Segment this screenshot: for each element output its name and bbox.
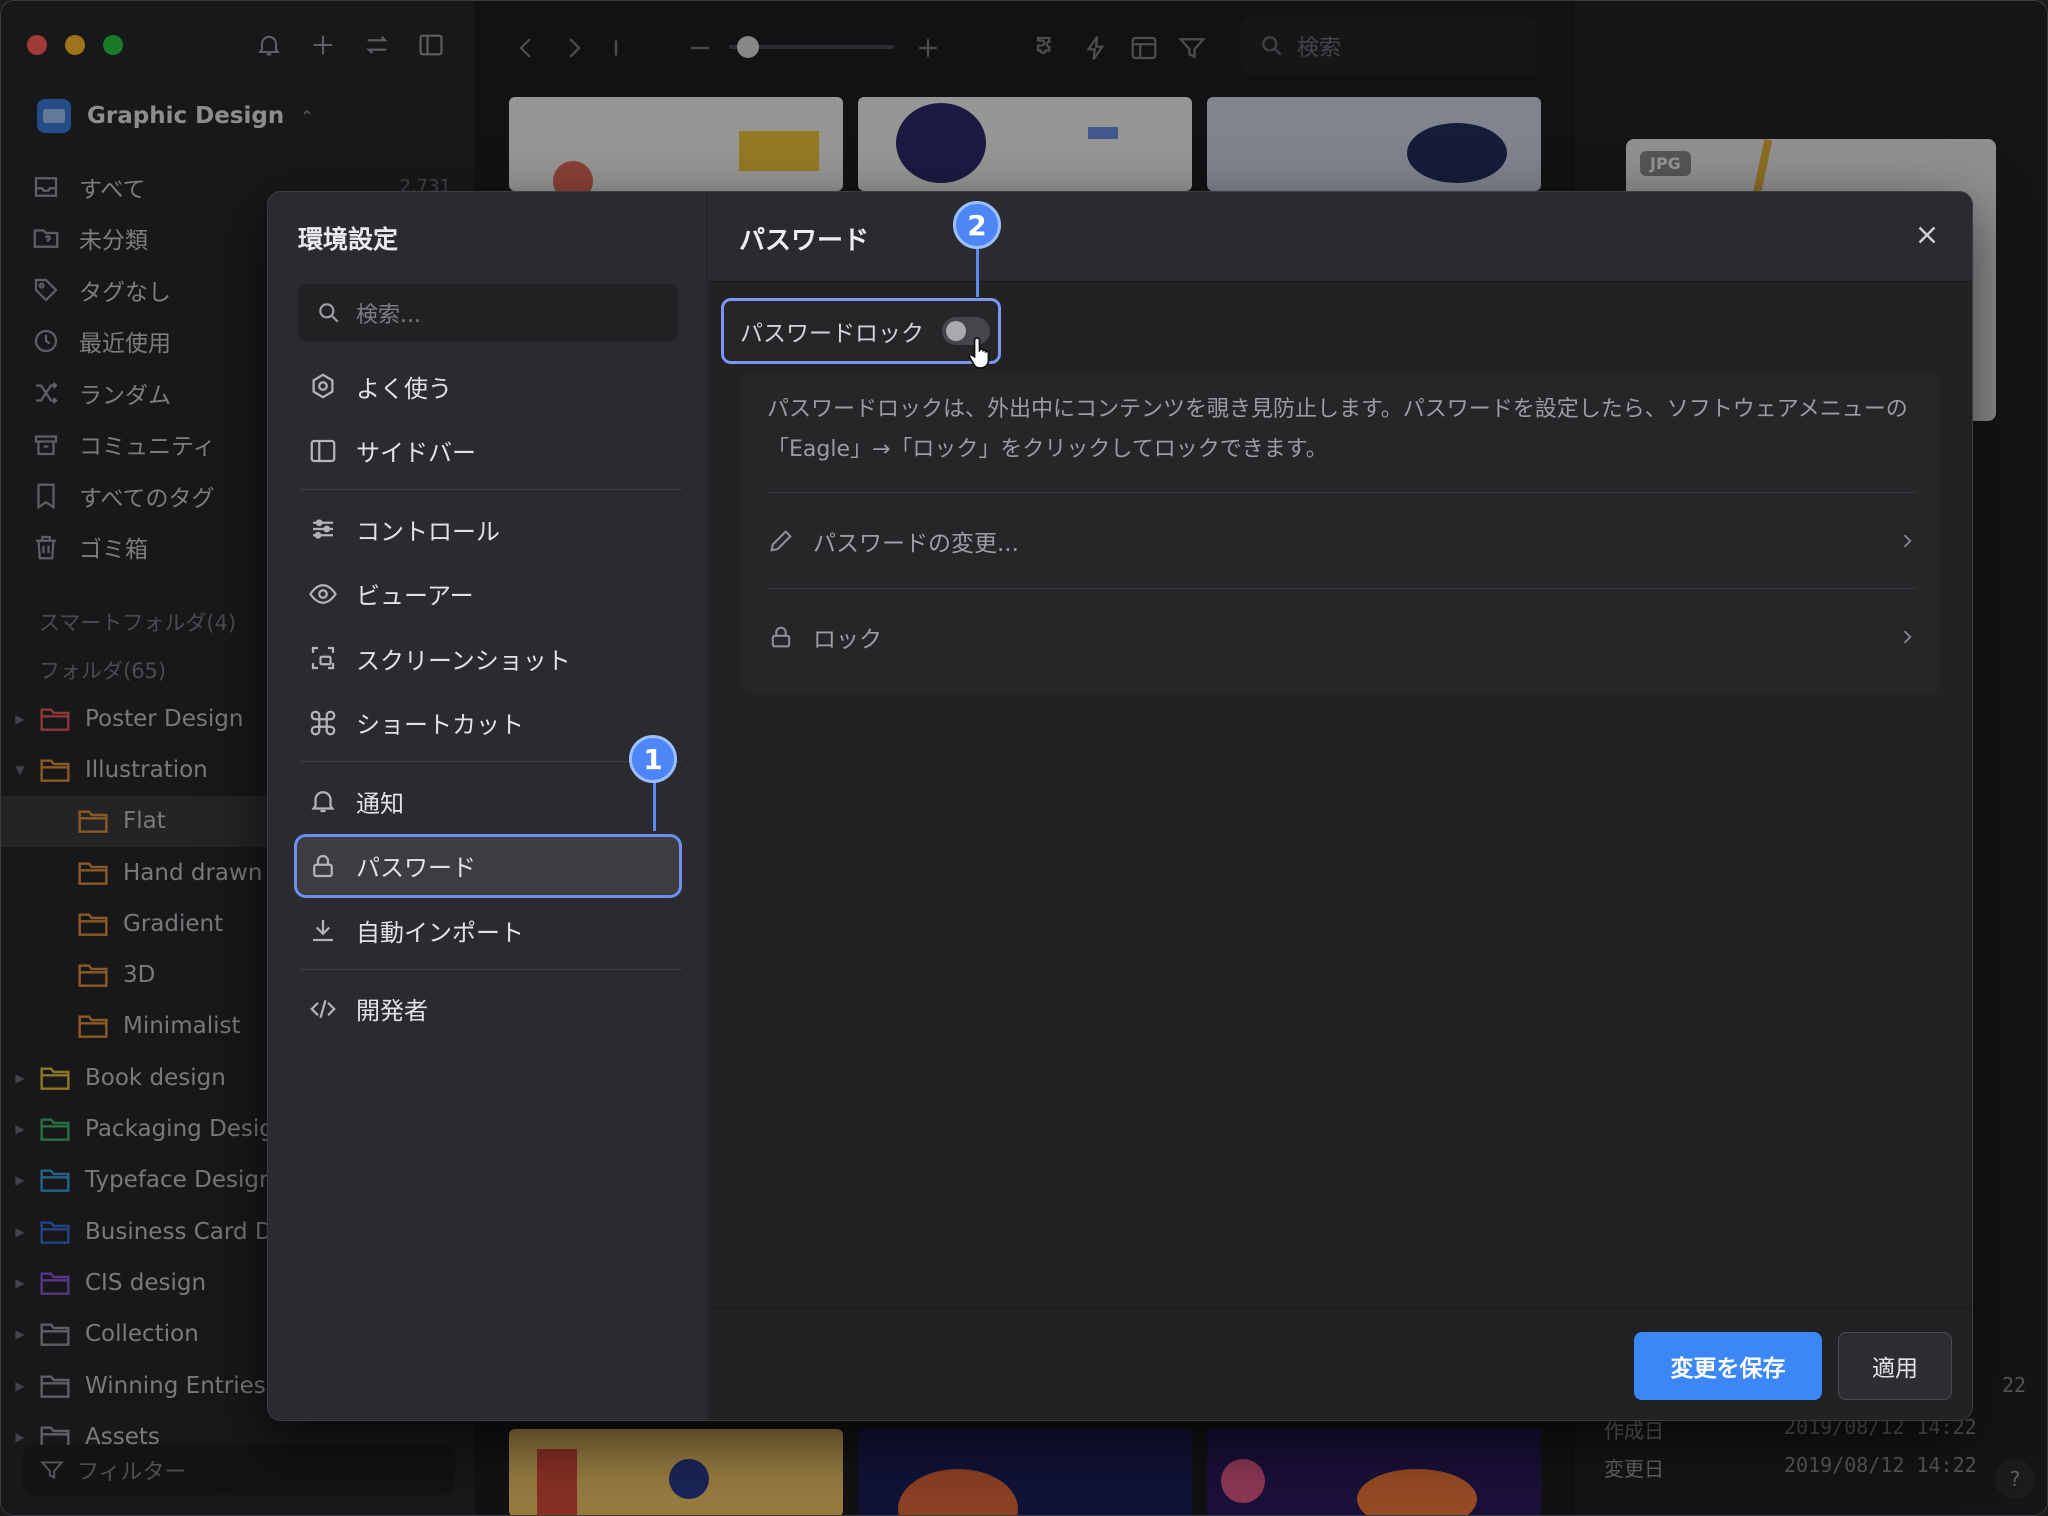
pencil-icon [770, 529, 792, 552]
pref-item-label: ショートカット [356, 711, 524, 740]
pref-item-label: サイドバー [356, 439, 476, 468]
password-lock-label: パスワードロック [740, 321, 924, 347]
pref-item-label: 通知 [356, 789, 404, 818]
screenshot-icon [311, 647, 335, 670]
lock-label: ロック [813, 626, 882, 653]
pref-item-label: よく使う [356, 374, 452, 403]
sliders-icon [313, 519, 333, 539]
chevron-right-icon [1903, 534, 1912, 547]
change-password-row[interactable]: パスワードの変更... [767, 492, 1917, 588]
pref-item-bell[interactable]: 通知 [294, 769, 682, 834]
divider [300, 968, 682, 970]
search-placeholder: 検索... [356, 303, 421, 328]
command-icon [310, 710, 336, 736]
chevron-right-icon [1903, 630, 1912, 643]
bell-icon [311, 791, 335, 813]
pref-item-lock[interactable]: パスワード [294, 833, 682, 898]
search-icon [319, 303, 339, 323]
close-icon[interactable] [1912, 220, 1942, 250]
password-info-card: パスワードロックは、外出中にコンテンツを覗き見防止します。パスワードを設定したら… [741, 372, 1941, 694]
callout-badge-1: 1 [629, 735, 677, 783]
eye-icon [309, 583, 337, 604]
hand-cursor-icon [968, 337, 990, 369]
callout-2-connector [976, 247, 979, 297]
preferences-nav: 環境設定 検索... よく使うサイドバーコントロール ビューアースクリーンショット… [268, 192, 708, 1420]
code-icon [310, 999, 336, 1018]
password-description: パスワードロックは、外出中にコンテンツを覗き見防止します。パスワードを設定したら… [767, 397, 1908, 462]
pref-item-label: 開発者 [356, 997, 428, 1026]
sidebar-icon [310, 439, 336, 462]
pref-item-code[interactable]: 開発者 [294, 977, 682, 1042]
pref-item-download[interactable]: 自動インポート [294, 898, 682, 963]
preferences-search-input[interactable]: 検索... [298, 284, 678, 342]
pref-item-label: 自動インポート [356, 918, 524, 947]
divider [300, 489, 682, 490]
callout-badge-2: 2 [953, 201, 1001, 249]
pref-item-label: ビューアー [356, 582, 474, 611]
lock-icon [771, 626, 791, 647]
preferences-content: パスワード パスワードロック パスワードロックは、外出中にコンテンツを覗き見防止… [709, 192, 1972, 1420]
divider [300, 761, 682, 762]
pref-item-gear[interactable]: よく使う [294, 354, 682, 419]
pref-item-label: スクリーンショット [356, 646, 571, 675]
content-header: パスワード [709, 192, 1972, 282]
pref-item-eye[interactable]: ビューアー [294, 562, 682, 627]
pref-item-label: パスワード [356, 854, 476, 883]
pref-item-sliders[interactable]: コントロール [294, 497, 682, 562]
change-password-label: パスワードの変更... [813, 530, 1019, 557]
download-icon [313, 920, 333, 942]
app-window: Graphic Design ⌃ すべて 2,731 未分類 タグなし 最近使用 ランダム… [0, 0, 2048, 1516]
save-changes-button[interactable]: 変更を保存 [1634, 1332, 1822, 1400]
panel-title: パスワード [739, 226, 870, 256]
pref-item-label: コントロール [356, 517, 500, 546]
pref-item-command[interactable]: ショートカット [294, 691, 682, 756]
apply-button[interactable]: 適用 [1838, 1332, 1952, 1400]
preferences-categories: よく使うサイドバーコントロール ビューアースクリーンショット ショートカット 通知パス… [294, 354, 682, 1041]
pref-item-screenshot[interactable]: スクリーンショット [294, 626, 682, 691]
lock-icon [313, 854, 333, 877]
lock-row[interactable]: ロック [767, 588, 1917, 684]
callout-1-connector [653, 781, 656, 831]
pref-item-sidebar[interactable]: サイドバー [294, 419, 682, 484]
gear-icon [312, 373, 334, 399]
dialog-title: 環境設定 [298, 225, 399, 254]
preferences-dialog: 環境設定 検索... よく使うサイドバーコントロール ビューアースクリーンショット… [267, 191, 1973, 1421]
dialog-footer: 変更を保存 適用 [709, 1308, 1972, 1420]
password-lock-setting: パスワードロック [721, 298, 1001, 364]
